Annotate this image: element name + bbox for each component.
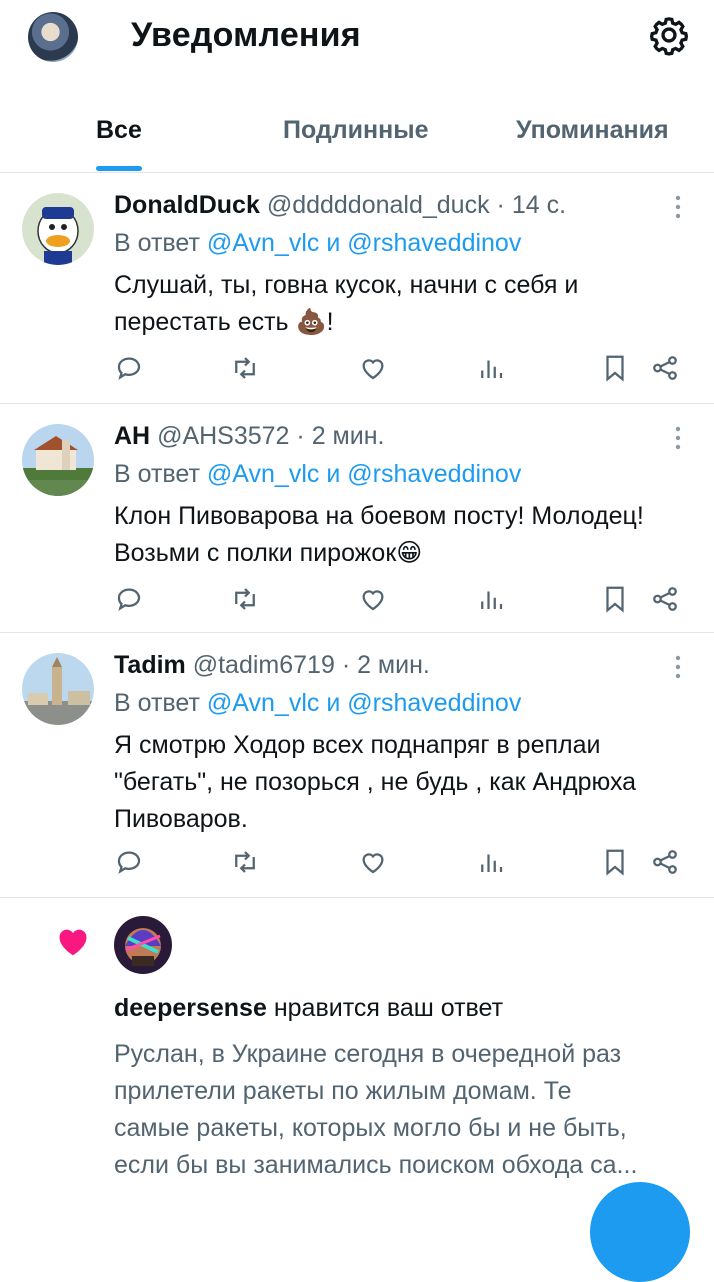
- mention-link[interactable]: @Avn_vlc: [207, 689, 319, 717]
- page-title: Уведомления: [131, 16, 361, 54]
- like-notification[interactable]: deepersense нравится ваш ответ Руслан, в…: [0, 898, 714, 1200]
- preview-text-line: если бы вы занимались поиском обхода са.…: [114, 1151, 638, 1179]
- handle[interactable]: @tadim6719: [193, 651, 335, 679]
- tab-mentions[interactable]: Упоминания: [516, 116, 669, 145]
- bookmark-icon[interactable]: [600, 353, 630, 383]
- like-icon[interactable]: [358, 847, 388, 877]
- avatar[interactable]: [22, 193, 94, 265]
- top-header: Уведомления: [0, 0, 714, 80]
- display-name[interactable]: DonaldDuck: [114, 191, 260, 219]
- tweet-text-line: "бегать", не позорься , не будь , как Ан…: [114, 768, 637, 796]
- timestamp: · 2 мин.: [296, 422, 385, 450]
- mention-link[interactable]: @rshaveddinov: [347, 229, 521, 257]
- bookmark-icon[interactable]: [600, 847, 630, 877]
- mention-link[interactable]: @Avn_vlc: [207, 229, 319, 257]
- reply-icon[interactable]: [114, 353, 144, 383]
- tweet-text-line: Я смотрю Ходор всех поднапряг в реплаи: [114, 731, 601, 759]
- compose-button[interactable]: [590, 1182, 690, 1282]
- share-icon[interactable]: [650, 847, 680, 877]
- handle[interactable]: @AHS3572: [157, 422, 289, 450]
- display-name[interactable]: deepersense: [114, 994, 267, 1022]
- mention-conjunction: и: [326, 689, 341, 717]
- retweet-icon[interactable]: [230, 353, 260, 383]
- tweet-text-line: Возьми с полки пирожок😁: [114, 539, 423, 567]
- reply-prefix: В ответ: [114, 689, 200, 717]
- mention-conjunction: и: [326, 460, 341, 488]
- preview-text-line: Руслан, в Украине сегодня в очередной ра…: [114, 1040, 622, 1068]
- profile-avatar[interactable]: [28, 12, 78, 62]
- views-icon[interactable]: [476, 847, 506, 877]
- tab-all[interactable]: Все: [96, 116, 142, 145]
- share-icon[interactable]: [650, 584, 680, 614]
- bookmark-icon[interactable]: [600, 584, 630, 614]
- tweet[interactable]: DonaldDuck @dddddonald_duck · 14 с. В от…: [0, 173, 714, 404]
- tweet-text-line: перестать есть 💩!: [114, 308, 334, 336]
- avatar[interactable]: [22, 424, 94, 496]
- timestamp: · 14 с.: [496, 191, 567, 219]
- reply-context: В ответ @Avn_vlc и @rshaveddinov: [114, 689, 521, 718]
- tweet-text: Я смотрю Ходор всех поднапряг в реплаи "…: [114, 727, 694, 838]
- liked-tweet-preview[interactable]: Руслан, в Украине сегодня в очередной ра…: [114, 1036, 694, 1184]
- tab-verified[interactable]: Подлинные: [283, 116, 428, 145]
- more-vertical-icon[interactable]: [664, 653, 692, 681]
- views-icon[interactable]: [476, 353, 506, 383]
- views-icon[interactable]: [476, 584, 506, 614]
- tweet-text: Слушай, ты, говна кусок, начни с себя и …: [114, 267, 694, 341]
- reply-icon[interactable]: [114, 584, 144, 614]
- more-vertical-icon[interactable]: [664, 424, 692, 452]
- reply-context: В ответ @Avn_vlc и @rshaveddinov: [114, 229, 521, 258]
- reply-prefix: В ответ: [114, 229, 200, 257]
- active-tab-indicator: [96, 166, 142, 171]
- notification-action: нравится ваш ответ: [273, 994, 504, 1022]
- mention-conjunction: и: [326, 229, 341, 257]
- mention-link[interactable]: @rshaveddinov: [347, 689, 521, 717]
- display-name[interactable]: Tadim: [114, 651, 186, 679]
- gear-icon[interactable]: [648, 14, 690, 56]
- reply-prefix: В ответ: [114, 460, 200, 488]
- tweet-actions: [114, 847, 694, 881]
- retweet-icon[interactable]: [230, 584, 260, 614]
- timestamp: · 2 мин.: [341, 651, 430, 679]
- mention-link[interactable]: @rshaveddinov: [347, 460, 521, 488]
- like-icon[interactable]: [358, 353, 388, 383]
- tweet-actions: [114, 353, 694, 387]
- avatar[interactable]: [114, 916, 172, 974]
- tweet-actions: [114, 584, 694, 618]
- avatar[interactable]: [22, 653, 94, 725]
- reply-icon[interactable]: [114, 847, 144, 877]
- tweet-text-line: Слушай, ты, говна кусок, начни с себя и: [114, 271, 579, 299]
- preview-text-line: прилетели ракеты по жилым домам. Те: [114, 1077, 572, 1105]
- tweet[interactable]: Tadim @tadim6719 · 2 мин. В ответ @Avn_v…: [0, 633, 714, 898]
- reply-context: В ответ @Avn_vlc и @rshaveddinov: [114, 460, 521, 489]
- display-name[interactable]: AH: [114, 422, 150, 450]
- tweet[interactable]: AH @AHS3572 · 2 мин. В ответ @Avn_vlc и …: [0, 404, 714, 633]
- mention-link[interactable]: @Avn_vlc: [207, 460, 319, 488]
- tweet-text: Клон Пивоварова на боевом посту! Молодец…: [114, 498, 694, 572]
- retweet-icon[interactable]: [230, 847, 260, 877]
- heart-icon: [54, 922, 92, 960]
- share-icon[interactable]: [650, 353, 680, 383]
- preview-text-line: самые ракеты, которых могло бы и не быть…: [114, 1114, 627, 1142]
- tweet-text-line: Пивоваров.: [114, 805, 248, 833]
- notification-tabs: Все Подлинные Упоминания: [0, 98, 714, 173]
- more-vertical-icon[interactable]: [664, 193, 692, 221]
- like-icon[interactable]: [358, 584, 388, 614]
- tweet-text-line: Клон Пивоварова на боевом посту! Молодец…: [114, 502, 644, 530]
- like-notification-title: deepersense нравится ваш ответ: [114, 994, 503, 1023]
- handle[interactable]: @dddddonald_duck: [267, 191, 490, 219]
